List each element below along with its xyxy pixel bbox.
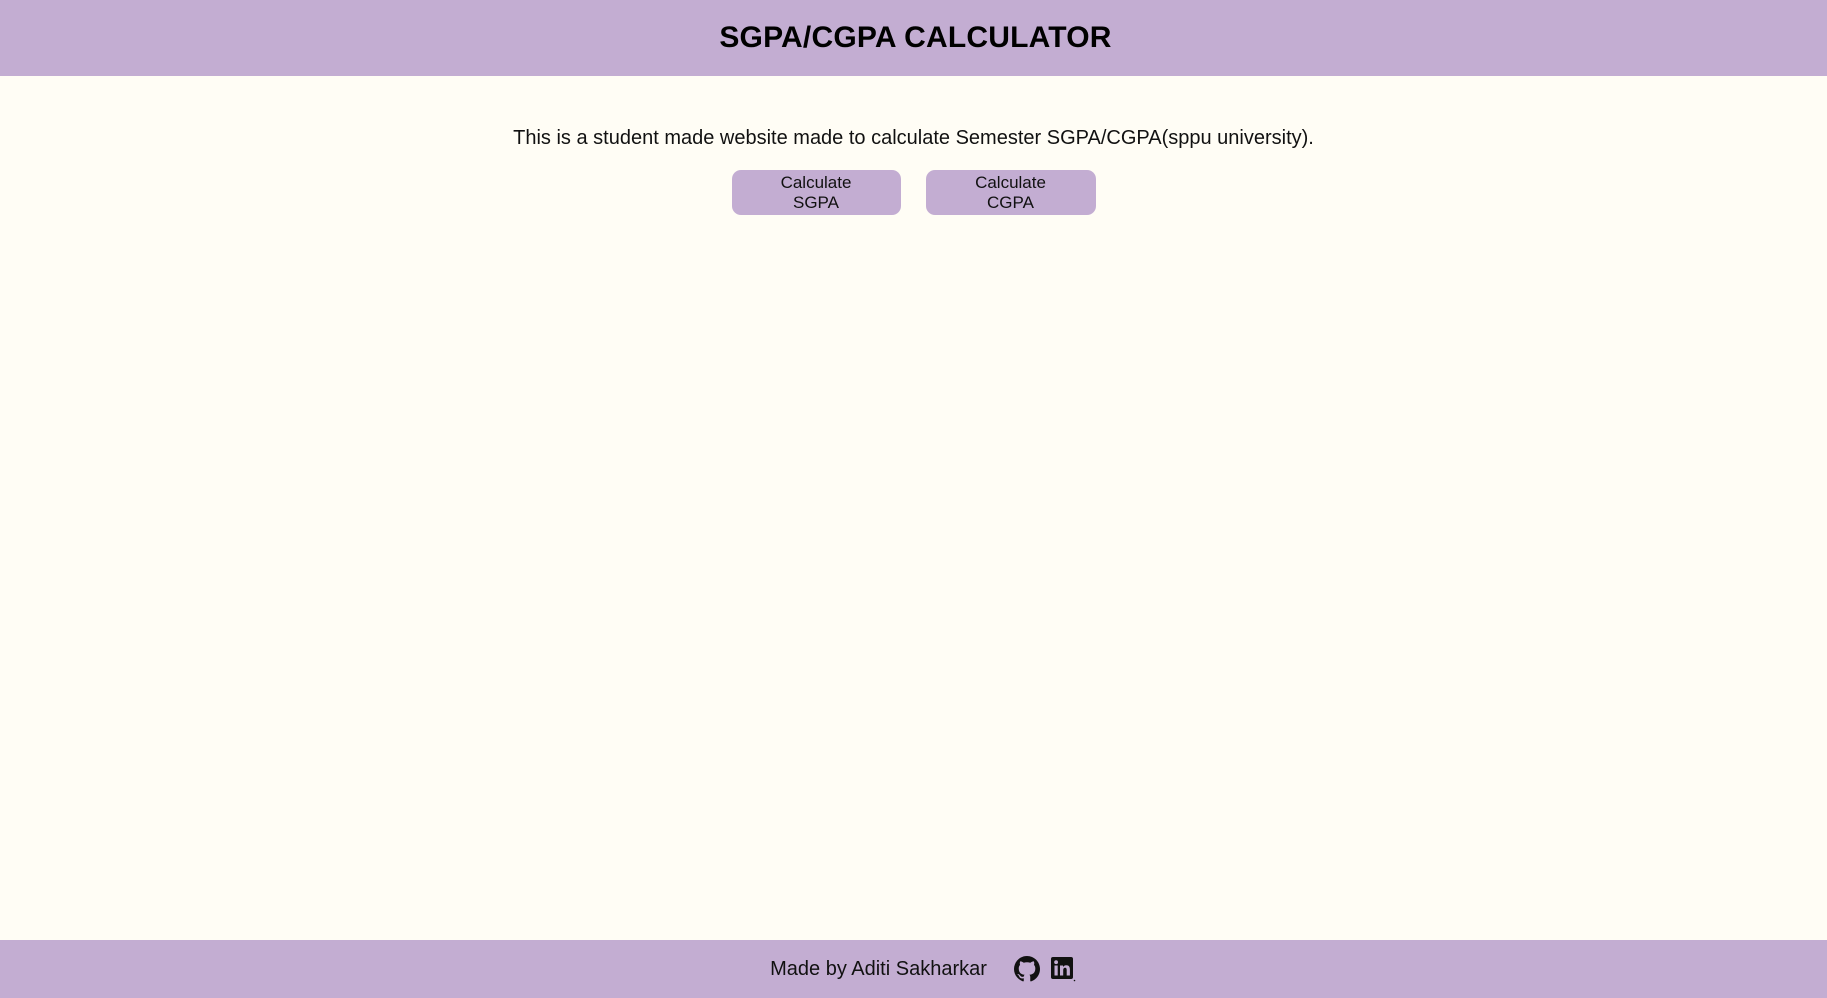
calculate-cgpa-button[interactable]: Calculate CGPA bbox=[925, 170, 1096, 215]
footer-credit: Made by Aditi Sakharkar bbox=[770, 957, 987, 980]
page-header: SGPA/CGPA CALCULATOR bbox=[0, 0, 1827, 76]
github-icon[interactable] bbox=[1013, 955, 1041, 983]
calculate-sgpa-button[interactable]: Calculate SGPA bbox=[731, 170, 901, 215]
button-row: Calculate SGPA Calculate CGPA bbox=[0, 170, 1827, 215]
page-footer: Made by Aditi Sakharkar bbox=[0, 940, 1827, 998]
linkedin-icon[interactable] bbox=[1049, 955, 1077, 983]
intro-text: This is a student made website made to c… bbox=[513, 127, 1314, 149]
page-title: SGPA/CGPA CALCULATOR bbox=[719, 21, 1112, 54]
